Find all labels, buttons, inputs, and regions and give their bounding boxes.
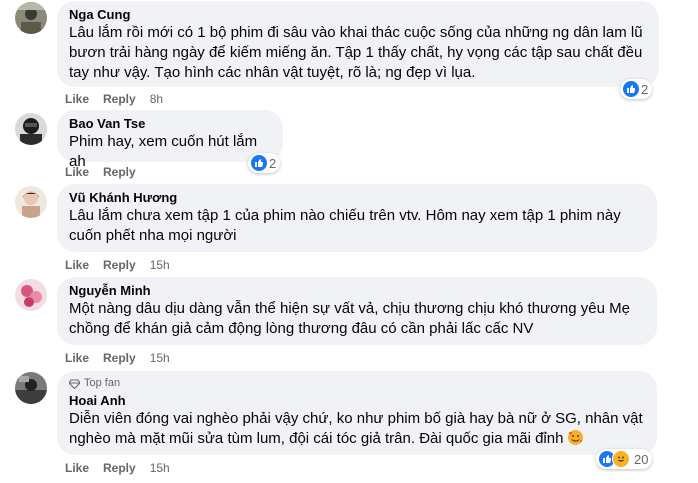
like-button[interactable]: Like <box>65 350 89 366</box>
comment-author[interactable]: Bao Van Tse <box>69 115 271 132</box>
comment-actions: Like Reply 8h <box>65 91 163 107</box>
comment-timestamp[interactable]: 15h <box>150 460 170 476</box>
like-button[interactable]: Like <box>65 164 89 180</box>
reaction-count: 2 <box>641 81 649 97</box>
reaction-summary[interactable]: 2 <box>248 153 281 173</box>
reply-button[interactable]: Reply <box>103 460 136 476</box>
comment-timestamp[interactable]: 15h <box>150 257 170 273</box>
reaction-count: 20 <box>634 451 649 467</box>
comment-timestamp[interactable]: 15h <box>150 350 170 366</box>
comment-actions: Like Reply 15h <box>65 350 170 366</box>
comment-timestamp[interactable]: 8h <box>150 91 163 107</box>
comment-text: Lâu lắm chưa xem tập 1 của phim nào chiế… <box>69 207 621 244</box>
avatar[interactable] <box>15 186 47 218</box>
comment-text: Lâu lắm rồi mới có 1 bộ phim đi sâu vào … <box>69 24 643 81</box>
comment-actions: Like Reply 15h <box>65 257 170 273</box>
comment-author[interactable]: Vũ Khánh Hương <box>69 189 645 206</box>
reply-button[interactable]: Reply <box>103 350 136 366</box>
reaction-summary[interactable]: 2 <box>620 79 653 99</box>
like-reaction-icon <box>622 80 640 98</box>
top-fan-badge: Top fan <box>69 377 645 390</box>
badge-label: Top fan <box>84 377 121 389</box>
reaction-count: 2 <box>269 155 277 171</box>
like-button[interactable]: Like <box>65 91 89 107</box>
comment-text: Một nàng dâu dịu dàng vẫn thể hiện sự vấ… <box>69 300 630 337</box>
reaction-summary[interactable]: 20 <box>596 449 653 469</box>
smiling-face-with-hearts-icon <box>567 429 584 452</box>
comment-text: Diễn viên đóng vai nghèo phải vậy chứ, k… <box>69 409 645 452</box>
like-reaction-icon <box>250 154 268 172</box>
comment-bubble: Nguyễn Minh Một nàng dâu dịu dàng vẫn th… <box>57 277 657 345</box>
comment-actions: Like Reply 15h <box>65 460 170 476</box>
reply-button[interactable]: Reply <box>103 91 136 107</box>
avatar[interactable] <box>15 279 47 311</box>
like-button[interactable]: Like <box>65 460 89 476</box>
comment-bubble: Bao Van Tse Phim hay, xem cuốn hút lắm a… <box>57 110 283 170</box>
avatar[interactable] <box>15 2 47 34</box>
avatar[interactable] <box>15 372 47 404</box>
like-button[interactable]: Like <box>65 257 89 273</box>
comment-author[interactable]: Hoai Anh <box>69 392 645 409</box>
reply-button[interactable]: Reply <box>103 257 136 273</box>
haha-reaction-icon <box>612 450 630 468</box>
comment-actions: Like Reply <box>65 164 150 180</box>
diamond-icon <box>69 378 80 389</box>
avatar[interactable] <box>15 113 47 145</box>
comment-bubble: Vũ Khánh Hương Lâu lắm chưa xem tập 1 củ… <box>57 184 657 252</box>
comment-bubble: Nga Cung Lâu lắm rồi mới có 1 bộ phim đi… <box>57 1 659 87</box>
comment-author[interactable]: Nguyễn Minh <box>69 282 645 299</box>
comment-author[interactable]: Nga Cung <box>69 6 647 23</box>
comment-text-content: Diễn viên đóng vai nghèo phải vậy chứ, k… <box>69 410 643 447</box>
comment-bubble: Top fan Hoai Anh Diễn viên đóng vai nghè… <box>57 371 657 455</box>
reply-button[interactable]: Reply <box>103 164 136 180</box>
